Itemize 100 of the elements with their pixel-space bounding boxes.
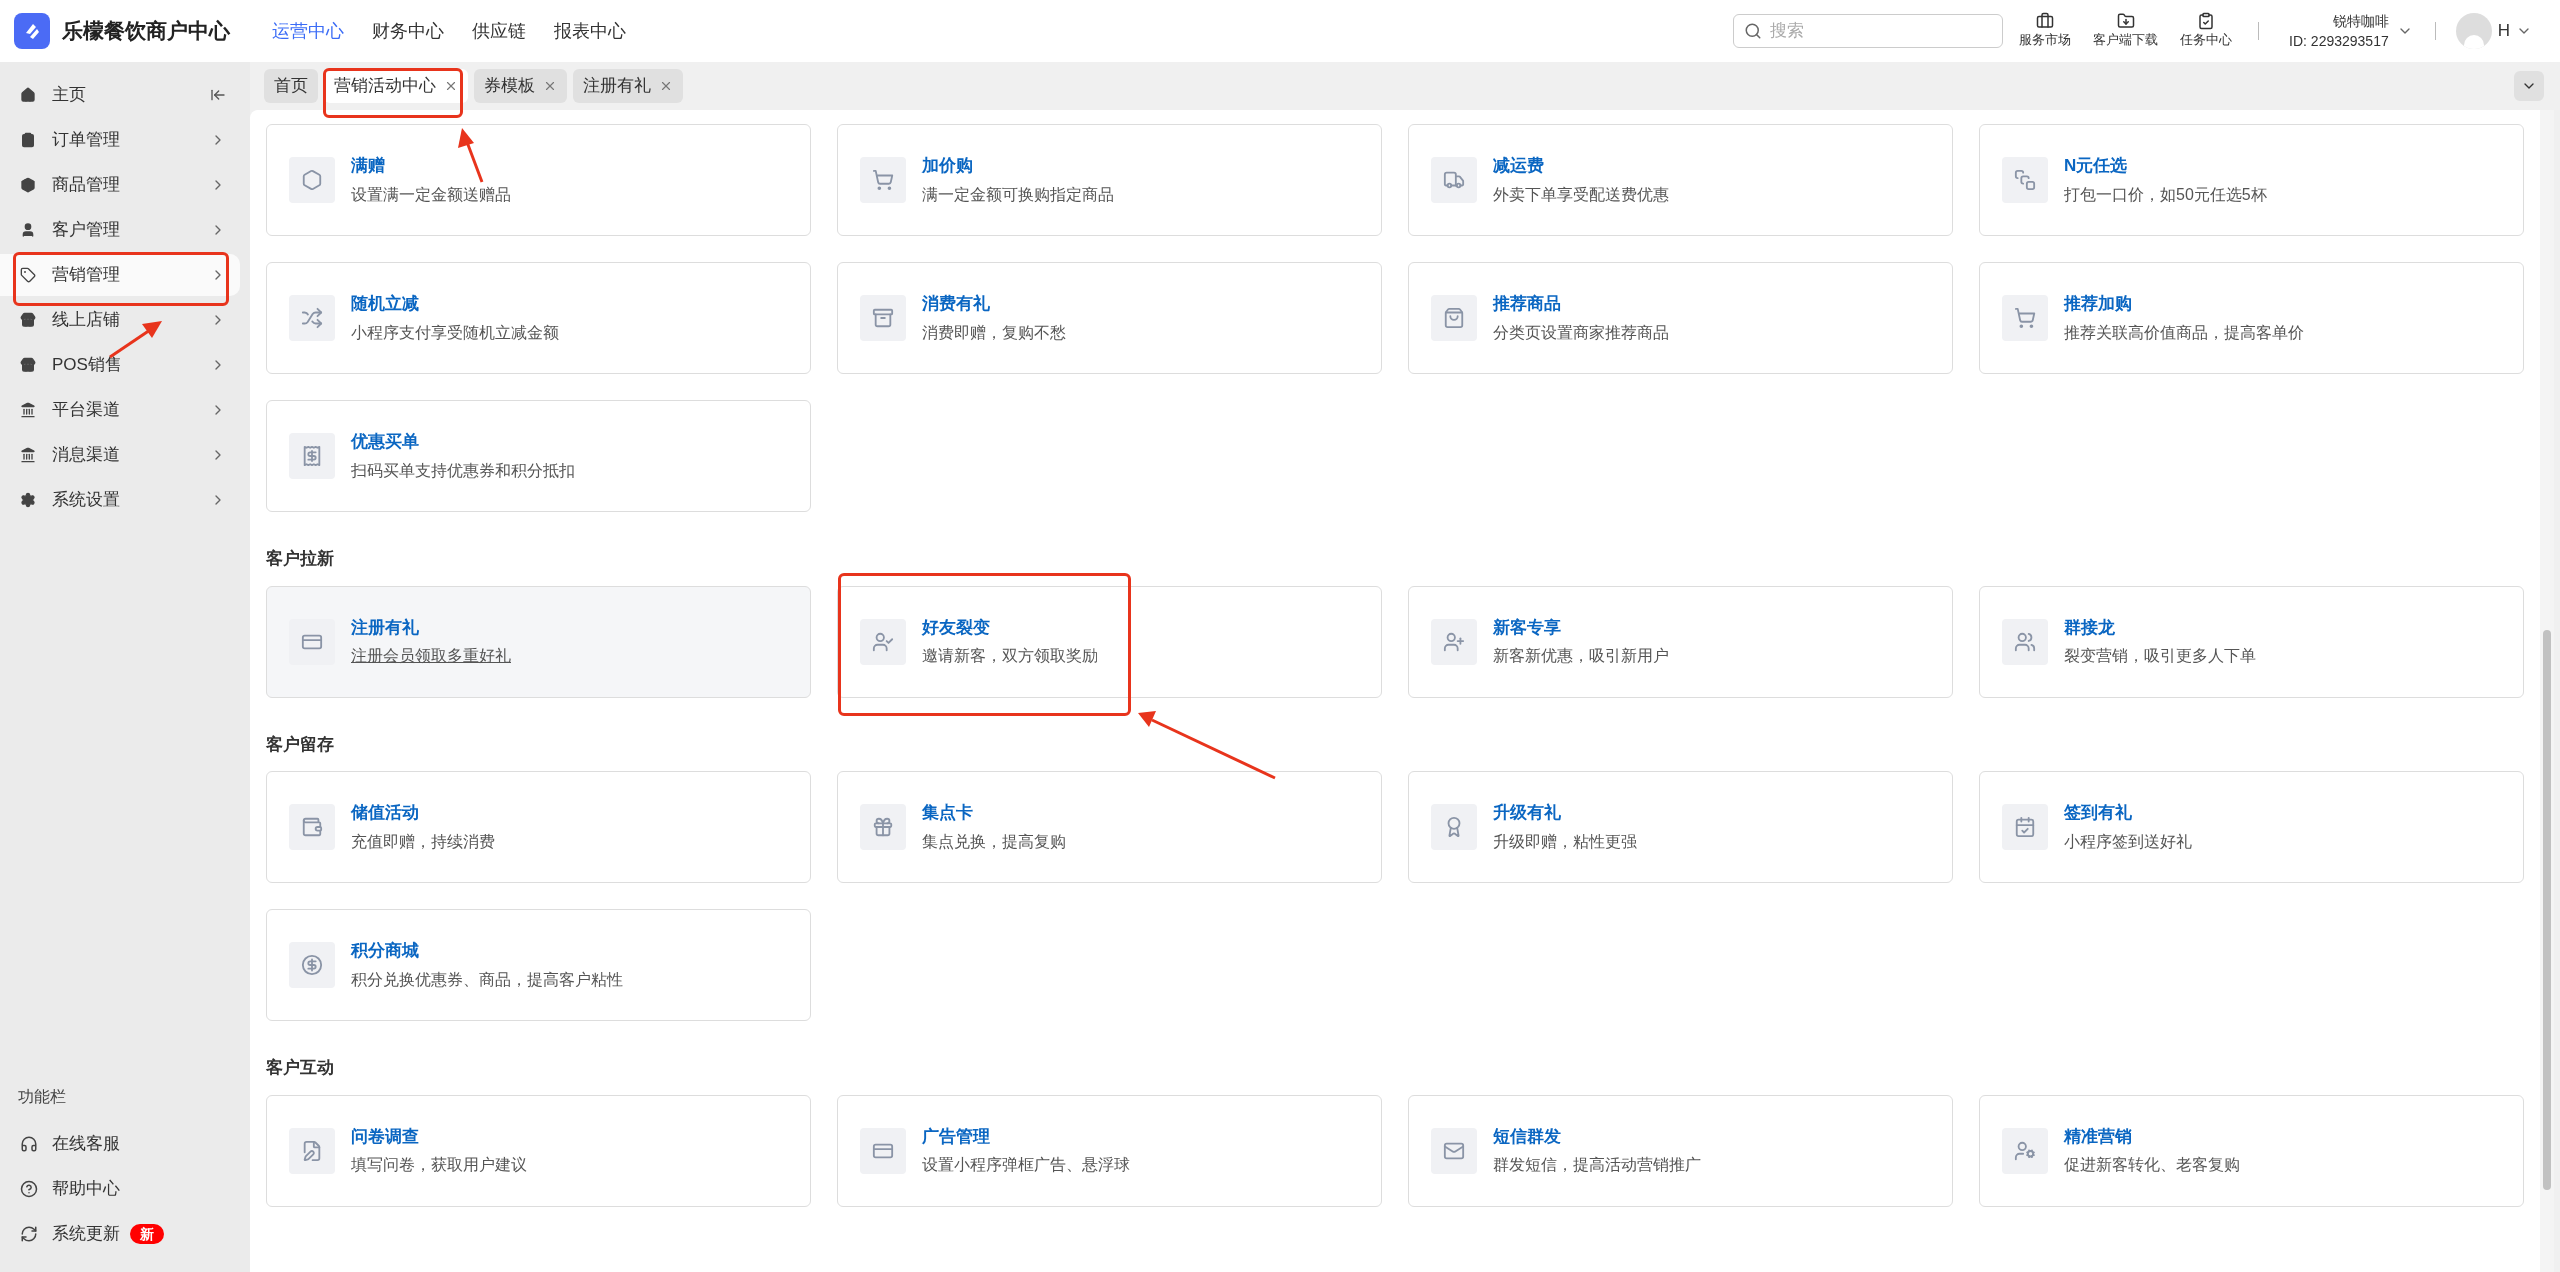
user-menu[interactable]: H <box>2455 13 2532 49</box>
activity-card[interactable]: 短信群发 群发短信，提高活动营销推广 <box>1408 1094 1953 1207</box>
activity-card[interactable]: N元任选 打包一口价，如50元任选5杯 <box>1979 124 2524 236</box>
activity-card[interactable]: 积分商城 积分兑换优惠券、商品，提高客户粘性 <box>266 909 811 1021</box>
activity-card[interactable]: 新客专享 新客新优惠，吸引新用户 <box>1408 585 1953 698</box>
user-plus-icon <box>1431 618 1477 665</box>
activity-card[interactable]: 升级有礼 升级即赠，粘性更强 <box>1408 771 1953 883</box>
toolbar-button[interactable]: 任务中心 <box>2180 12 2233 50</box>
bag-icon <box>1431 295 1477 341</box>
page-tab[interactable]: 券模板 <box>474 69 567 103</box>
sidebar-item[interactable]: 商品管理 <box>0 164 240 206</box>
gift-icon <box>860 804 906 850</box>
page-tab[interactable]: 首页 <box>264 69 318 103</box>
card-title: 问卷调查 <box>351 1125 420 1148</box>
page-tab[interactable]: 注册有礼 <box>573 69 683 103</box>
card-description: 促进新客转化、老客复购 <box>2064 1155 2240 1176</box>
toolbar-button[interactable]: 服务市场 <box>2019 12 2072 50</box>
activity-card[interactable]: 集点卡 集点兑换，提高复购 <box>837 771 1382 883</box>
nav-link[interactable]: 财务中心 <box>372 17 444 45</box>
activity-card[interactable]: 推荐商品 分类页设置商家推荐商品 <box>1408 262 1953 374</box>
toolbar-button[interactable]: 客户端下载 <box>2093 12 2159 50</box>
page-tab[interactable]: 营销活动中心 <box>324 69 468 103</box>
card-description: 推荐关联高价值商品，提高客单价 <box>2064 322 2304 343</box>
card-description: 新客新优惠，吸引新用户 <box>1493 646 1669 667</box>
nav-link[interactable]: 报表中心 <box>554 17 626 45</box>
activity-card[interactable]: 随机立减 小程序支付享受随机立减金额 <box>266 262 811 374</box>
sidebar-link[interactable]: 帮助中心 <box>0 1168 250 1210</box>
sidebar-link[interactable]: 系统更新 新 <box>0 1213 250 1255</box>
section-label: 功能栏 <box>17 1087 67 1107</box>
activity-card[interactable]: 推荐加购 推荐关联高价值商品，提高客单价 <box>1979 262 2524 374</box>
home-icon <box>20 87 36 103</box>
card-icon <box>289 618 335 665</box>
sidebar-item[interactable]: POS销售 <box>0 344 240 386</box>
activity-card[interactable]: 加价购 满一定金额可换购指定商品 <box>837 124 1382 236</box>
card-description: 集点兑换，提高复购 <box>922 831 1066 852</box>
shuffle-icon <box>289 295 335 341</box>
activity-card[interactable]: 注册有礼 注册会员领取多重好礼 <box>266 585 811 698</box>
card-title: 广告管理 <box>922 1125 991 1148</box>
sidebar-item[interactable]: 客户管理 <box>0 209 240 251</box>
app-title: 乐檬餐饮商户中心 <box>62 18 231 45</box>
card-title: 注册有礼 <box>351 616 420 639</box>
sidebar-item[interactable]: 平台渠道 <box>0 389 240 431</box>
close-icon[interactable] <box>543 79 557 93</box>
section-heading: 客户留存 <box>266 733 334 756</box>
store-icon <box>20 312 36 328</box>
activity-card[interactable]: 储值活动 充值即赠，持续消费 <box>266 771 811 883</box>
card-description: 裂变营销，吸引更多人下单 <box>2064 646 2256 667</box>
truck-icon <box>1431 157 1477 203</box>
close-icon[interactable] <box>659 79 673 93</box>
user-check-icon <box>860 618 906 665</box>
card-description: 升级即赠，粘性更强 <box>1493 831 1637 852</box>
sidebar-item[interactable]: 营销管理 <box>0 254 240 296</box>
tabs-dropdown-button[interactable] <box>2514 71 2544 101</box>
card-description: 群发短信，提高活动营销推广 <box>1493 1155 1701 1176</box>
search-field[interactable]: 搜索 <box>1733 14 2004 48</box>
avatar-icon <box>2455 13 2492 49</box>
nav-link[interactable]: 运营中心 <box>272 17 344 45</box>
collapse-icon[interactable] <box>210 87 226 103</box>
card-title: 签到有礼 <box>2064 802 2133 825</box>
sidebar-item[interactable]: 订单管理 <box>0 119 240 161</box>
activity-card[interactable]: 满赠 设置满一定金额送赠品 <box>266 124 811 236</box>
section-heading: 客户互动 <box>266 1057 334 1079</box>
headset-icon <box>20 1135 38 1153</box>
activity-card[interactable]: 减运费 外卖下单享受配送费优惠 <box>1408 124 1953 236</box>
close-icon[interactable] <box>444 79 458 93</box>
activity-card[interactable]: 优惠买单 扫码买单支持优惠券和积分抵扣 <box>266 400 811 512</box>
activity-card[interactable]: 精准营销 促进新客转化、老客复购 <box>1979 1094 2524 1207</box>
store-switcher[interactable]: 锐特咖啡 ID: 2293293517 <box>2289 11 2413 51</box>
card-title: 群接龙 <box>2064 616 2116 639</box>
activity-card[interactable]: 问卷调查 填写问卷，获取用户建议 <box>266 1094 811 1207</box>
store-id: ID: 2293293517 <box>2289 32 2389 51</box>
sidebar-item[interactable]: 消息渠道 <box>0 434 240 476</box>
card-title: 满赠 <box>351 155 386 178</box>
sidebar-item[interactable]: 主页 <box>0 74 240 116</box>
card-description: 小程序签到送好礼 <box>2064 831 2192 852</box>
sidebar-item[interactable]: 系统设置 <box>0 479 240 521</box>
activity-card[interactable]: 消费有礼 消费即赠，复购不愁 <box>837 262 1382 374</box>
receipt-icon <box>289 433 335 479</box>
refresh-icon <box>20 1225 38 1243</box>
calendar-check-icon <box>2002 804 2048 850</box>
user-gear-icon <box>2002 1127 2048 1174</box>
nav-link[interactable]: 供应链 <box>472 17 526 45</box>
annotation-arrow <box>458 128 484 183</box>
store-icon <box>20 357 36 373</box>
sidebar-link[interactable]: 在线客服 <box>0 1123 250 1165</box>
activity-card[interactable]: 签到有礼 小程序签到送好礼 <box>1979 771 2524 883</box>
clipboard-check-icon <box>2197 12 2216 31</box>
card-title: 推荐加购 <box>2064 293 2133 316</box>
activity-card[interactable]: 好友裂变 邀请新客，双方领取奖励 <box>837 585 1382 698</box>
activity-card[interactable]: 广告管理 设置小程序弹框广告、悬浮球 <box>837 1094 1382 1207</box>
briefcase-icon <box>2036 12 2055 31</box>
bank-icon <box>20 402 36 418</box>
card-title: 精准营销 <box>2064 1125 2133 1148</box>
cart-icon <box>860 157 906 203</box>
award-icon <box>1431 804 1477 850</box>
card-description: 外卖下单享受配送费优惠 <box>1493 184 1669 205</box>
activity-card[interactable]: 群接龙 裂变营销，吸引更多人下单 <box>1979 585 2524 698</box>
store-name: 锐特咖啡 <box>2332 12 2389 31</box>
new-badge: 新 <box>130 1224 164 1244</box>
card-description: 填写问卷，获取用户建议 <box>351 1155 527 1176</box>
